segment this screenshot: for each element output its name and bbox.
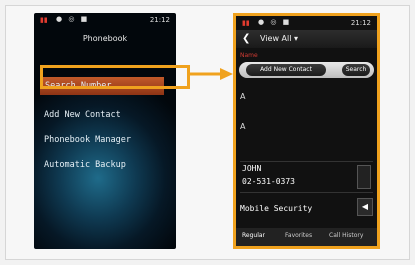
status-icons: ● ◎ ■	[56, 15, 90, 23]
scroll-handle-icon[interactable]: ◀	[357, 198, 373, 216]
header-bar: ❮ View All ▾	[236, 30, 377, 48]
view-filter-label: View All	[260, 34, 292, 43]
status-bar-right: ▮▮ ● ◎ ■ 21:12	[236, 16, 377, 30]
bottom-tab-bar: Regular Favorites Call History	[236, 228, 377, 246]
contact-name: JOHN	[242, 164, 262, 173]
highlight-box-left	[40, 65, 190, 89]
status-bar-left: ▮▮ ● ◎ ■ 21:12	[34, 13, 176, 27]
tab-favorites[interactable]: Favorites	[285, 232, 312, 239]
chevron-down-icon: ▾	[294, 34, 299, 43]
menu-item-automatic-backup[interactable]: Automatic Backup	[44, 160, 126, 170]
status-time: 21:12	[350, 19, 371, 27]
index-row: A	[240, 92, 246, 101]
index-row: A	[240, 122, 246, 131]
contact-number: 02-531-0373	[242, 177, 295, 186]
action-bar: Add New Contact Search	[239, 62, 374, 78]
tab-regular[interactable]: Regular	[242, 232, 265, 239]
search-button[interactable]: Search	[342, 64, 370, 76]
tab-call-history[interactable]: Call History	[329, 232, 363, 239]
view-filter-dropdown[interactable]: View All ▾	[260, 34, 298, 43]
name-line: Name	[240, 52, 258, 59]
call-button[interactable]	[357, 165, 371, 189]
menu-item-label: Add New Contact	[44, 110, 121, 120]
signal-icon: ▮▮	[242, 19, 250, 27]
contact-row[interactable]: JOHN 02-531-0373	[240, 161, 373, 193]
signal-icon: ▮▮	[40, 16, 48, 24]
status-time: 21:12	[149, 16, 170, 24]
menu-item-phonebook-manager[interactable]: Phonebook Manager	[44, 135, 131, 145]
back-arrow-icon[interactable]: ❮	[242, 33, 250, 44]
menu-item-label: Automatic Backup	[44, 160, 126, 170]
add-new-contact-button[interactable]: Add New Contact	[246, 64, 326, 76]
menu-item-add-new-contact[interactable]: Add New Contact	[44, 110, 121, 120]
phone-right-screen: ▮▮ ● ◎ ■ 21:12 ❮ View All ▾ Name Add New…	[233, 13, 380, 249]
arrow-right-icon	[188, 68, 233, 80]
menu-item-label: Phonebook Manager	[44, 135, 131, 145]
status-icons: ● ◎ ■	[258, 18, 292, 26]
page-title: Phonebook	[82, 34, 128, 43]
mobile-security-label: Mobile Security	[240, 204, 313, 213]
phone-left-screen: ▮▮ ● ◎ ■ 21:12 Phonebook Search Number A…	[34, 13, 176, 249]
